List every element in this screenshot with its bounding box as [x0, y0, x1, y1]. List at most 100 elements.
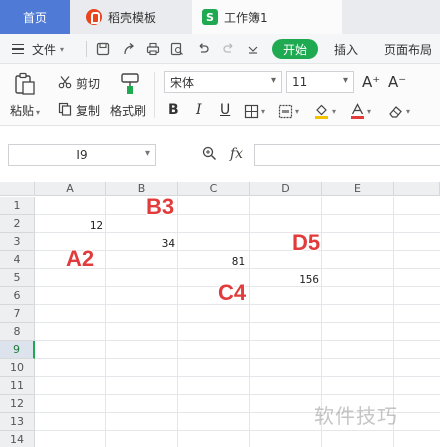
row-header-1[interactable]: 1 [0, 197, 35, 215]
export-pdf-icon[interactable] [122, 34, 136, 64]
menu-hamburger-icon[interactable] [12, 34, 24, 64]
grow-font-icon: A⁺ [362, 73, 381, 91]
row-header-9[interactable]: 9 [0, 341, 35, 359]
column-header-e[interactable]: E [322, 182, 394, 196]
tab-workbook[interactable]: S 工作簿1 [192, 0, 342, 34]
chevron-down-icon: ▾ [36, 108, 41, 117]
grid-row-line [35, 232, 440, 233]
fill-color-button[interactable]: ▾ [314, 101, 336, 121]
cell-a2[interactable]: 12 [68, 219, 103, 232]
paste-icon[interactable] [14, 72, 36, 99]
underline-button[interactable]: U [220, 100, 230, 120]
italic-button[interactable]: I [196, 100, 202, 120]
print-preview-icon[interactable] [170, 34, 184, 64]
grid-row-line [35, 376, 440, 377]
font-size-select[interactable]: 11 ▾ [286, 71, 354, 93]
cell-c4[interactable]: 81 [210, 255, 245, 268]
row-header-3[interactable]: 3 [0, 233, 35, 251]
grow-font-button[interactable]: A⁺ [362, 72, 380, 92]
grid-row-line [35, 268, 440, 269]
font-name-select[interactable]: 宋体 ▾ [164, 71, 282, 93]
row-header-8[interactable]: 8 [0, 323, 35, 341]
clear-format-button[interactable]: ▾ [388, 101, 410, 121]
chevron-down-icon: ▾ [144, 148, 150, 159]
docer-logo-icon [86, 9, 102, 25]
copy-button[interactable]: 复制 [76, 102, 100, 119]
tab-insert-label: 插入 [334, 42, 359, 57]
tab-insert[interactable]: 插入 [334, 34, 358, 64]
chevron-down-icon: ▾ [406, 106, 411, 116]
tab-start[interactable]: 开始 [272, 39, 318, 59]
cell-b3[interactable]: 34 [140, 237, 175, 250]
column-header-c[interactable]: C [178, 182, 250, 196]
chevron-down-icon: ▾ [367, 106, 372, 116]
column-header-a[interactable]: A [35, 182, 106, 196]
name-box[interactable]: I9 ▾ [8, 144, 156, 166]
shrink-font-icon: A⁻ [388, 73, 407, 91]
chevron-down-icon: ▾ [60, 44, 65, 54]
cell-style-button[interactable]: ▾ [278, 101, 299, 121]
zoom-search-icon[interactable] [202, 146, 217, 165]
chevron-down-icon: ▾ [295, 106, 300, 116]
menu-file[interactable]: 文件 ▾ [32, 34, 64, 64]
chevron-down-icon: ▾ [261, 106, 266, 116]
tab-workbook-label: 工作簿1 [224, 10, 268, 25]
copy-icon[interactable] [58, 102, 72, 119]
select-all-corner[interactable] [0, 182, 35, 196]
column-header-partial[interactable] [394, 182, 440, 196]
column-header-d[interactable]: D [250, 182, 322, 196]
row-header-6[interactable]: 6 [0, 287, 35, 305]
tab-start-label: 开始 [282, 42, 307, 57]
row-header-2[interactable]: 2 [0, 215, 35, 233]
redo-icon[interactable] [222, 34, 236, 64]
grid-row-line [35, 358, 440, 359]
format-painter-button[interactable]: 格式刷 [110, 102, 146, 119]
borders-icon [244, 104, 259, 118]
underline-icon: U [220, 102, 231, 118]
menu-separator [86, 41, 87, 57]
customize-toolbar-icon[interactable] [248, 34, 258, 64]
annotation-c4: C4 [218, 280, 247, 305]
print-icon[interactable] [146, 34, 160, 64]
tab-home-label: 首页 [22, 10, 47, 25]
font-color-icon [351, 103, 364, 119]
row-header-12[interactable]: 12 [0, 395, 35, 413]
chevron-down-icon: ▾ [332, 106, 337, 116]
grid-row-line [35, 340, 440, 341]
tab-templates[interactable]: 稻壳模板 [72, 0, 190, 34]
formula-input[interactable] [254, 144, 440, 166]
font-size-value: 11 [292, 75, 308, 89]
tab-home[interactable]: 首页 [0, 0, 70, 34]
borders-button[interactable]: ▾ [244, 101, 265, 121]
save-icon[interactable] [96, 34, 110, 64]
annotation-b3: B3 [146, 194, 175, 219]
tab-bar: 首页 稻壳模板 S 工作簿1 [0, 0, 440, 34]
shrink-font-button[interactable]: A⁻ [388, 72, 406, 92]
paste-label: 粘贴 [10, 104, 35, 118]
cut-button[interactable]: 剪切 [76, 75, 100, 92]
row-header-4[interactable]: 4 [0, 251, 35, 269]
cell-style-icon [278, 104, 293, 118]
grid-row-line [35, 394, 440, 395]
paste-button[interactable]: 粘贴 ▾ [10, 102, 40, 119]
fill-bucket-icon [315, 104, 328, 119]
watermark: 软件技巧 [314, 404, 398, 428]
bold-icon: B [168, 102, 179, 118]
font-color-button[interactable]: ▾ [350, 101, 371, 121]
row-header-11[interactable]: 11 [0, 377, 35, 395]
undo-icon[interactable] [196, 34, 210, 64]
ribbon: 粘贴 ▾ 剪切 复制 格式刷 宋体 ▾ 11 ▾ A⁺ A⁻ B I U ▾ ▾… [0, 64, 440, 126]
format-painter-icon[interactable] [120, 72, 140, 99]
tab-page-layout[interactable]: 页面布局 [384, 34, 432, 64]
row-header-7[interactable]: 7 [0, 305, 35, 323]
insert-function-button[interactable]: fx [230, 146, 243, 162]
row-header-14[interactable]: 14 [0, 431, 35, 447]
row-header-10[interactable]: 10 [0, 359, 35, 377]
row-header-13[interactable]: 13 [0, 413, 35, 431]
scissors-icon[interactable] [58, 75, 72, 92]
spreadsheet-grid[interactable]: ABCDE 1 2 3 4 5 6 7 8 9 10 11 12 13 14 12 34 81 156 A… [0, 182, 440, 447]
bold-button[interactable]: B [168, 100, 179, 120]
row-header-5[interactable]: 5 [0, 269, 35, 287]
annotation-d5: D5 [292, 230, 321, 255]
cell-d5[interactable]: 156 [282, 273, 319, 286]
